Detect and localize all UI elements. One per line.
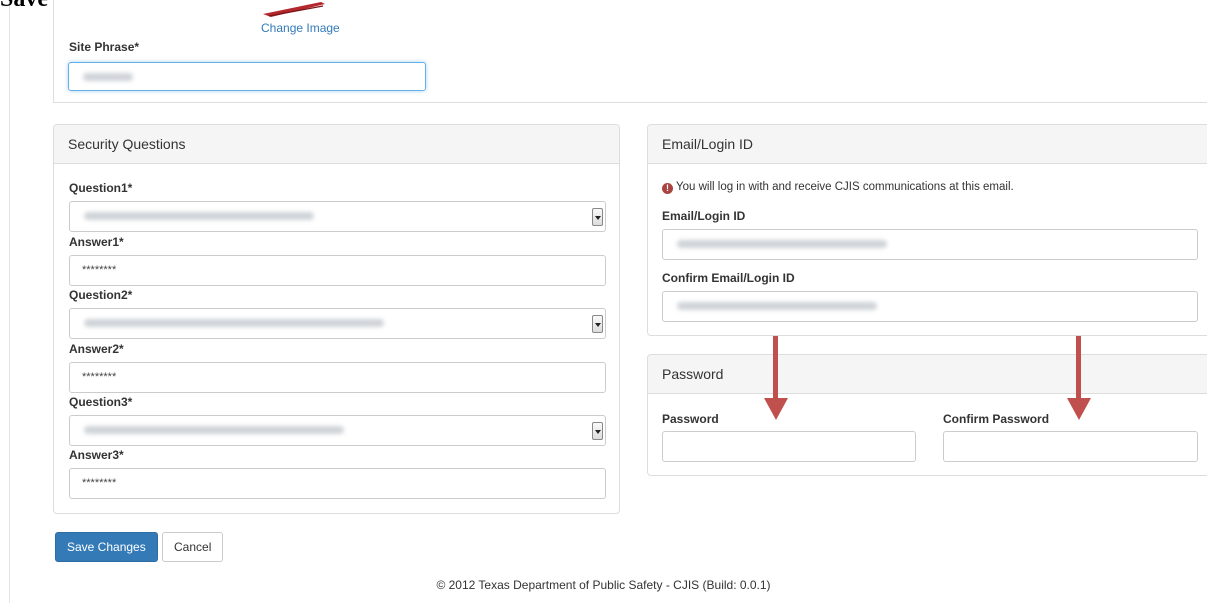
annotation-arrow-icon	[764, 336, 788, 420]
answer3-input[interactable]: ********	[69, 468, 606, 499]
redacted-text	[83, 73, 133, 81]
change-image-link[interactable]: Change Image	[261, 21, 340, 35]
chevron-down-icon[interactable]	[592, 315, 603, 333]
question2-label: Question2*	[69, 288, 133, 302]
redacted-text	[677, 240, 887, 248]
panel-heading: Security Questions	[54, 125, 619, 164]
answer1-input[interactable]: ********	[69, 255, 606, 286]
question1-select[interactable]	[69, 201, 606, 232]
email-info-text: You will log in with and receive CJIS co…	[676, 181, 1014, 193]
question3-label: Question3*	[69, 395, 133, 409]
site-phrase-input[interactable]	[68, 62, 426, 91]
site-phrase-label: Site Phrase*	[69, 40, 140, 54]
footer-copyright: © 2012 Texas Department of Public Safety…	[436, 578, 771, 592]
page-left-border	[9, 0, 10, 603]
cancel-button[interactable]: Cancel	[162, 532, 224, 562]
confirm-password-label: Confirm Password	[943, 412, 1050, 426]
redacted-text	[677, 302, 877, 310]
confirm-email-input[interactable]	[662, 291, 1198, 322]
email-login-panel: Email/Login ID ! You will log in with and…	[647, 124, 1207, 336]
confirm-email-label: Confirm Email/Login ID	[662, 271, 795, 285]
email-input[interactable]	[662, 229, 1198, 260]
answer1-label: Answer1*	[69, 235, 124, 249]
site-image-thumbnail	[263, 2, 325, 17]
question1-label: Question1*	[69, 181, 133, 195]
save-changes-button[interactable]: Save Changes	[55, 532, 158, 562]
email-info-message: ! You will log in with and receive CJIS c…	[662, 181, 1014, 194]
security-questions-panel: Security Questions Question1* Answer1* *…	[53, 124, 620, 514]
password-input[interactable]	[662, 431, 916, 462]
answer2-label: Answer2*	[69, 342, 124, 356]
answer3-label: Answer3*	[69, 448, 124, 462]
answer1-value: ********	[82, 264, 117, 276]
redacted-text	[84, 426, 344, 434]
confirm-password-input[interactable]	[943, 431, 1198, 462]
exclamation-circle-icon: !	[662, 183, 673, 194]
redacted-text	[84, 319, 384, 327]
annotation-arrow-icon	[1067, 336, 1091, 420]
panel-heading: Password	[648, 355, 1207, 394]
question2-select[interactable]	[69, 308, 606, 339]
chevron-down-icon[interactable]	[592, 422, 603, 440]
panel-heading: Email/Login ID	[648, 125, 1207, 164]
chevron-down-icon[interactable]	[592, 208, 603, 226]
answer3-value: ********	[82, 477, 117, 489]
email-label: Email/Login ID	[662, 209, 746, 223]
answer2-input[interactable]: ********	[69, 362, 606, 393]
redacted-text	[84, 212, 314, 220]
answer2-value: ********	[82, 371, 117, 383]
password-label: Password	[662, 412, 719, 426]
password-panel: Password Password Confirm Password	[647, 354, 1207, 476]
question3-select[interactable]	[69, 415, 606, 446]
